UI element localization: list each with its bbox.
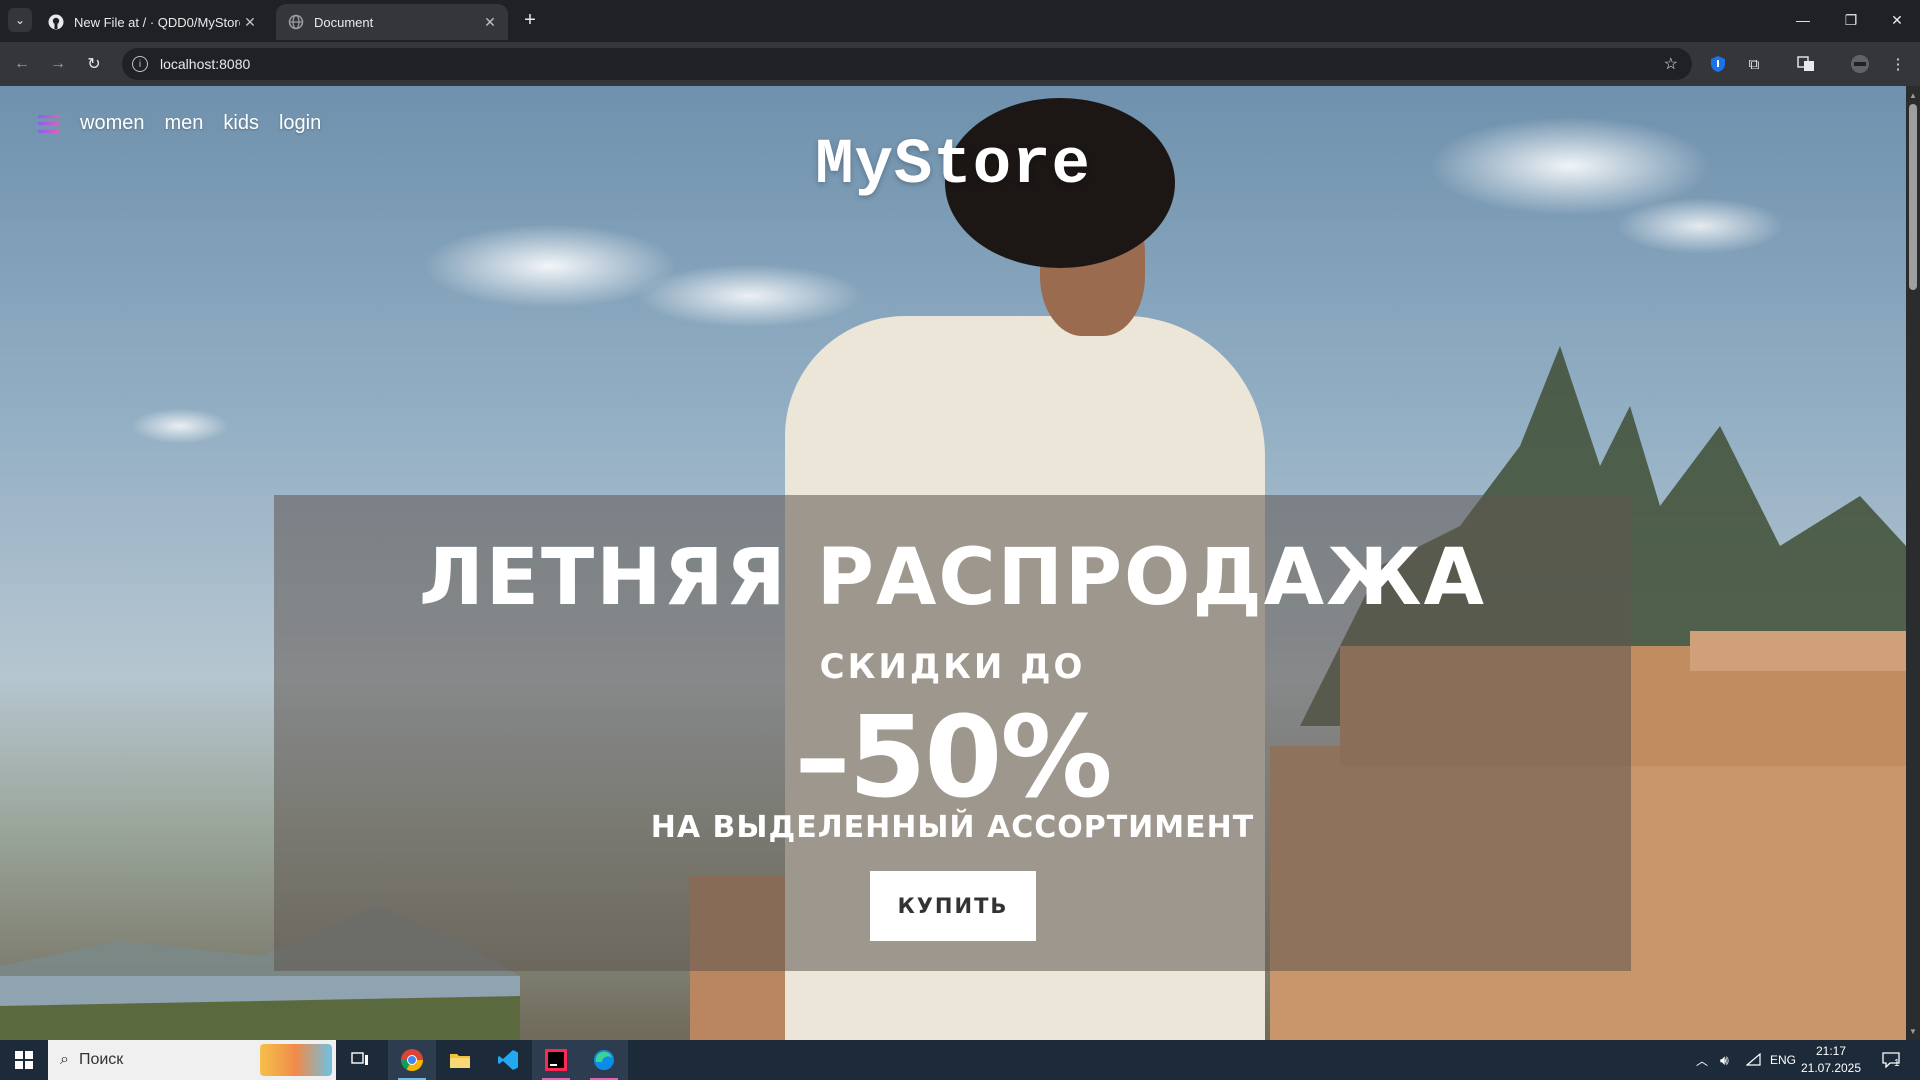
restore-icon[interactable]: ❐: [1828, 0, 1874, 40]
clock-date: 21.07.2025: [1800, 1061, 1862, 1075]
extensions-puzzle-icon[interactable]: ⧉: [1742, 52, 1766, 76]
file-explorer-icon[interactable]: [436, 1040, 484, 1080]
browser-tab-strip: ⌄ New File at / · QDD0/MyStore ✕ Documen…: [0, 0, 1920, 42]
taskbar-search[interactable]: ⌕ Поиск: [48, 1040, 336, 1080]
scroll-down-arrow-icon[interactable]: ▼: [1906, 1024, 1920, 1038]
search-placeholder: Поиск: [78, 1051, 124, 1068]
tray-chevron-up-icon[interactable]: ︿: [1696, 1040, 1708, 1080]
taskbar-clock[interactable]: 21:17 21.07.2025: [1798, 1043, 1864, 1077]
chrome-app-icon[interactable]: [388, 1040, 436, 1080]
site-logo[interactable]: MyStore: [0, 130, 1906, 202]
volume-icon[interactable]: 🔊︎: [1720, 1040, 1729, 1080]
windows-start-icon[interactable]: [0, 1040, 48, 1080]
tab-close-icon[interactable]: ✕: [480, 12, 500, 32]
forward-arrow-icon[interactable]: →: [44, 50, 72, 78]
network-icon[interactable]: [1746, 1040, 1762, 1080]
password-manager-icon[interactable]: [1706, 52, 1730, 76]
intellij-idea-icon[interactable]: [532, 1040, 580, 1080]
search-highlight-art: [260, 1044, 332, 1076]
tab-title: New File at / · QDD0/MyStore: [74, 14, 240, 30]
new-tab-plus-icon[interactable]: +: [518, 8, 542, 32]
notifications-icon[interactable]: 1: [1876, 1040, 1906, 1080]
minimize-icon[interactable]: —: [1780, 0, 1826, 40]
promo-title: ЛЕТНЯЯ РАСПРОДАЖА: [418, 533, 1487, 623]
tab-title: Document: [314, 14, 374, 30]
globe-icon: [288, 14, 304, 30]
promo-banner: ЛЕТНЯЯ РАСПРОДАЖА СКИДКИ ДО –50% НА ВЫДЕ…: [274, 495, 1631, 971]
reload-icon[interactable]: ↻: [80, 50, 108, 78]
search-icon: ⌕: [60, 1051, 69, 1068]
promo-description: НА ВЫДЕЛЕННЫЙ АССОРТИМЕНТ: [650, 810, 1255, 845]
scrollbar-thumb[interactable]: [1909, 104, 1917, 290]
promo-discount: –50%: [794, 693, 1112, 823]
tab-close-icon[interactable]: ✕: [240, 12, 260, 32]
page-viewport: women men kids login MyStore ЛЕТНЯЯ РАСП…: [0, 86, 1906, 1040]
scroll-up-arrow-icon[interactable]: ▲: [1906, 88, 1920, 102]
vscode-icon[interactable]: [484, 1040, 532, 1080]
clock-time: 21:17: [1815, 1044, 1847, 1058]
terrace-top: [1690, 631, 1906, 671]
github-icon: [48, 14, 64, 30]
windows-taskbar: ⌕ Поиск ︿ 🔊︎ ENG 21:17 21.07.2025 1: [0, 1040, 1920, 1080]
browser-tab-document[interactable]: Document ✕: [276, 4, 508, 40]
promo-subtitle: СКИДКИ ДО: [819, 647, 1086, 687]
profile-avatar-icon[interactable]: [1848, 52, 1872, 76]
notification-count: 1: [1894, 1058, 1900, 1069]
window-close-icon[interactable]: ✕: [1874, 0, 1920, 40]
address-bar[interactable]: i localhost:8080 ☆: [122, 48, 1692, 80]
site-info-icon[interactable]: i: [132, 56, 148, 72]
url-text: localhost:8080: [160, 56, 251, 72]
translate-icon[interactable]: [1794, 52, 1818, 76]
browser-toolbar: ← → ↻ i localhost:8080 ☆ ⧉ ⋮: [0, 42, 1920, 86]
bookmark-star-icon[interactable]: ☆: [1664, 54, 1678, 74]
back-arrow-icon[interactable]: ←: [8, 50, 36, 78]
task-view-icon[interactable]: [336, 1040, 384, 1080]
input-language[interactable]: ENG: [1770, 1040, 1796, 1080]
buy-button[interactable]: КУПИТЬ: [870, 871, 1036, 941]
menu-kebab-icon[interactable]: ⋮: [1886, 52, 1910, 76]
browser-tab-github[interactable]: New File at / · QDD0/MyStore ✕: [36, 4, 268, 40]
tab-search-chevron-icon[interactable]: ⌄: [8, 8, 32, 32]
edge-browser-icon[interactable]: [580, 1040, 628, 1080]
